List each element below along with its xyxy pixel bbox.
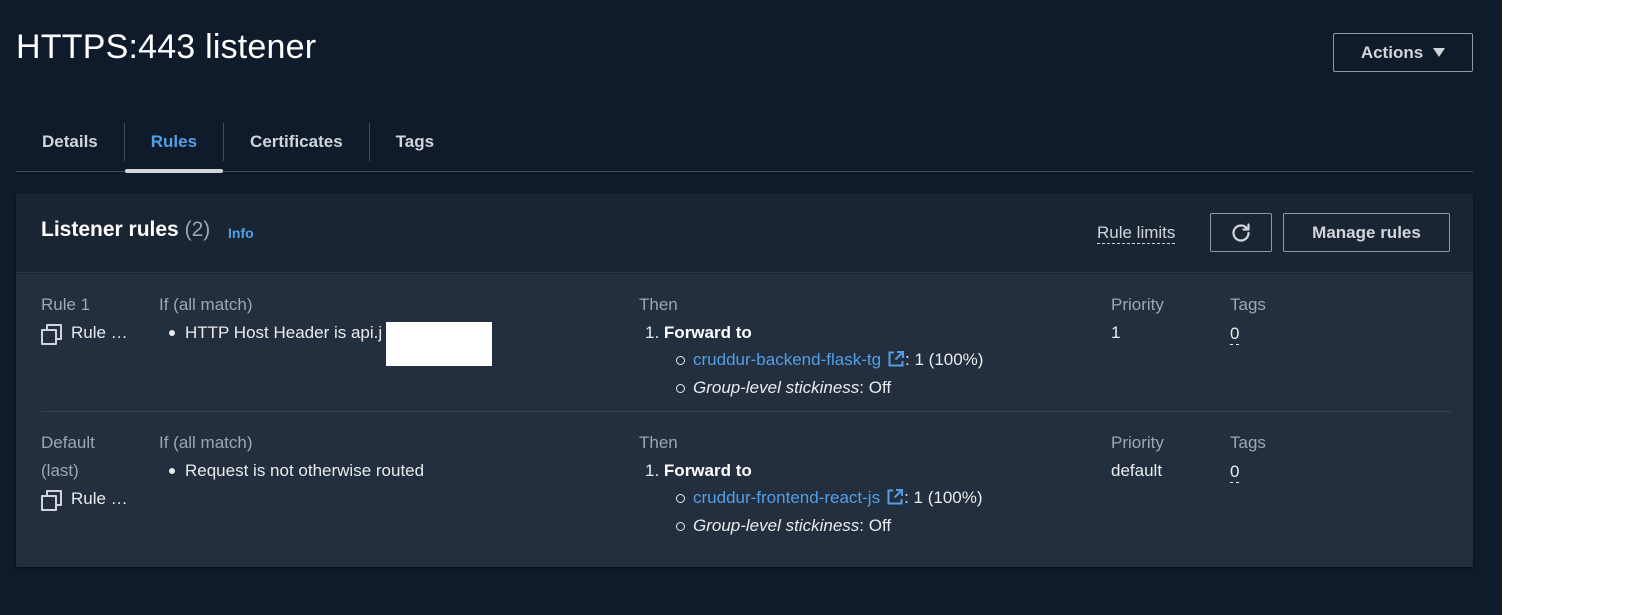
then-actions: 1. Forward to cruddur-backend-flask-tg : …	[645, 320, 983, 402]
rule-name[interactable]: Rule …	[41, 489, 128, 511]
then-column-label: Then	[639, 295, 678, 314]
forward-step: 1. Forward to	[645, 458, 983, 484]
if-column-label: If (all match)	[159, 433, 253, 452]
then-actions: 1. Forward to cruddur-frontend-react-js:…	[645, 458, 983, 540]
rule-count: (2)	[184, 218, 211, 241]
caret-down-icon	[1433, 48, 1446, 57]
priority-value: 1	[1111, 323, 1121, 342]
redaction-box	[386, 322, 492, 366]
condition-list: Request is not otherwise routed	[161, 458, 424, 484]
condition-list: HTTP Host Header is api.j .uk	[161, 320, 410, 346]
rule-label-suffix: (last)	[41, 461, 79, 480]
priority-value: default	[1111, 461, 1163, 480]
stickiness-item: Group-level stickiness: Off	[645, 512, 983, 540]
tab-rules[interactable]: Rules	[124, 112, 224, 173]
actions-button[interactable]: Actions	[1333, 33, 1473, 72]
stickiness-item: Group-level stickiness: Off	[645, 374, 983, 402]
copy-icon	[41, 490, 62, 511]
actions-button-label: Actions	[1360, 42, 1424, 62]
external-link-icon	[888, 351, 905, 367]
target-group-item: cruddur-frontend-react-js : 1 (100%)	[645, 484, 983, 512]
table-row: Rule 1 Rule … If (all match) HTTP Host H…	[16, 274, 1473, 412]
step-number: 1.	[645, 323, 660, 342]
table-row: Default (last) Rule … If (all match) Req…	[16, 412, 1473, 567]
condition-item: HTTP Host Header is api.j .uk	[161, 320, 410, 346]
stickiness-value: : Off	[859, 516, 892, 535]
panel-title: Listener rules (2)	[41, 218, 210, 242]
stickiness-value: : Off	[859, 378, 892, 397]
condition-item: Request is not otherwise routed	[161, 458, 424, 484]
listener-rules-panel: Listener rules (2) Info Rule limits Mana…	[16, 194, 1473, 567]
panel-title-text: Listener rules	[41, 218, 179, 241]
tags-column-label: Tags	[1230, 295, 1266, 314]
stickiness-label: Group-level stickiness	[693, 378, 860, 397]
tab-bar: Details Rules Certificates Tags	[16, 112, 1473, 173]
copy-icon	[41, 324, 62, 345]
refresh-button[interactable]	[1210, 213, 1272, 252]
console-page: HTTPS:443 listener Actions Details Rules…	[0, 0, 1502, 615]
rule-label: Rule 1	[41, 295, 91, 314]
target-group-item: cruddur-backend-flask-tg : 1 (100%)	[645, 346, 983, 374]
rule-name-text: Rule …	[71, 323, 128, 342]
step-number: 1.	[645, 461, 660, 480]
external-link-icon	[887, 489, 904, 505]
stickiness-label: Group-level stickiness	[693, 516, 860, 535]
then-column-label: Then	[639, 433, 678, 452]
target-group-name: cruddur-frontend-react-js	[693, 488, 881, 507]
forward-action: Forward to	[663, 323, 752, 342]
rule-limits-link[interactable]: Rule limits	[1097, 223, 1176, 244]
forward-action: Forward to	[663, 461, 752, 480]
tags-column-label: Tags	[1230, 433, 1266, 452]
target-group-link[interactable]: cruddur-backend-flask-tg	[693, 350, 905, 369]
target-group-weight: : 1 (100%)	[904, 488, 983, 507]
tab-tags[interactable]: Tags	[370, 112, 460, 172]
refresh-icon	[1232, 222, 1250, 242]
manage-rules-button[interactable]: Manage rules	[1283, 213, 1450, 252]
page-title: HTTPS:443 listener	[16, 28, 317, 66]
if-column-label: If (all match)	[159, 295, 253, 314]
target-group-link[interactable]: cruddur-frontend-react-js	[693, 488, 904, 507]
tab-details[interactable]: Details	[16, 112, 124, 172]
priority-column-label: Priority	[1111, 433, 1164, 452]
info-link[interactable]: Info	[228, 225, 254, 241]
target-group-weight: : 1 (100%)	[905, 350, 984, 369]
panel-header: Listener rules (2) Info Rule limits Mana…	[16, 194, 1473, 273]
rule-name[interactable]: Rule …	[41, 323, 128, 345]
tab-certificates[interactable]: Certificates	[224, 112, 369, 172]
rule-name-text: Rule …	[71, 489, 128, 508]
target-group-name: cruddur-backend-flask-tg	[693, 350, 882, 369]
tags-count-link[interactable]: 0	[1230, 324, 1240, 345]
rule-label: Default	[41, 433, 95, 452]
priority-column-label: Priority	[1111, 295, 1164, 314]
tags-count-link[interactable]: 0	[1230, 462, 1240, 483]
forward-step: 1. Forward to	[645, 320, 983, 346]
